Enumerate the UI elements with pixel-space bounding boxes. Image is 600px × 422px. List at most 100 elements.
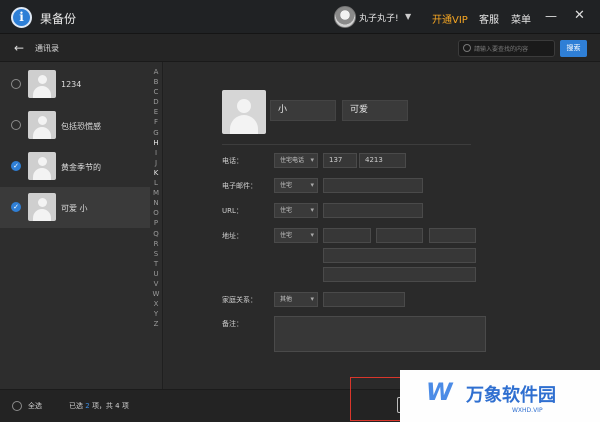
contact-item[interactable]: 1234 (0, 64, 150, 105)
alphabet-letter[interactable]: N (151, 198, 161, 208)
alphabet-letter[interactable]: S (151, 249, 161, 259)
selected-count: 2 (85, 402, 90, 410)
watermark: W 万象软件园 WXHD.VIP (400, 370, 600, 422)
contact-name: 黄金季节的 (61, 163, 101, 172)
contact-avatar (28, 193, 56, 221)
toolbar: ← 通讯录 搜索 (0, 34, 600, 62)
alphabet-letter[interactable]: B (151, 77, 161, 87)
search-input[interactable] (474, 43, 554, 55)
alphabet-letter[interactable]: F (151, 117, 161, 127)
address-street-field[interactable] (323, 228, 371, 243)
last-name-field[interactable]: 小 (270, 100, 336, 121)
alphabet-letter[interactable]: O (151, 208, 161, 218)
address-line3-field[interactable] (323, 267, 476, 282)
contact-radio[interactable] (11, 120, 21, 130)
address-type-select[interactable]: 住宅 ▾ (274, 228, 318, 243)
minimize-icon[interactable]: — (545, 9, 557, 23)
section-title: 通讯录 (35, 44, 59, 53)
url-field[interactable] (323, 203, 423, 218)
alphabet-letter[interactable]: U (151, 269, 161, 279)
select-all-radio[interactable] (12, 401, 22, 411)
email-field[interactable] (323, 178, 423, 193)
divider (222, 144, 471, 145)
alphabet-letter[interactable]: P (151, 218, 161, 228)
contact-name: 1234 (61, 80, 82, 89)
contact-checked-icon[interactable]: ✓ (11, 161, 21, 171)
chevron-down-icon: ▾ (310, 206, 314, 214)
vip-link[interactable]: 开通VIP (432, 11, 468, 26)
alphabet-letter[interactable]: G (151, 128, 161, 138)
contact-item-active[interactable]: ✓ 可爱 小 (0, 187, 150, 228)
selected-prefix: 已选 (69, 402, 83, 410)
address-city-field[interactable] (376, 228, 423, 243)
title-bar: i 果备份 丸子丸子! ▼ 开通VIP 客服 菜单 — ✕ (0, 0, 600, 34)
phone-label: 电话： (222, 157, 243, 165)
url-type-select[interactable]: 住宅 ▾ (274, 203, 318, 218)
contact-checked-icon[interactable]: ✓ (11, 202, 21, 212)
contact-radio[interactable] (11, 79, 21, 89)
contact-avatar (28, 70, 56, 98)
alphabet-letter[interactable]: C (151, 87, 161, 97)
url-label: URL： (222, 207, 243, 215)
watermark-title: 万象软件园 (466, 385, 556, 406)
contact-item[interactable]: 包括恐慌感 (0, 105, 150, 146)
email-label: 电子邮件： (222, 182, 257, 190)
alphabet-letter[interactable]: R (151, 239, 161, 249)
contact-avatar (28, 111, 56, 139)
contact-item[interactable]: ✓ 黄金季节的 (0, 146, 150, 187)
alphabet-letter[interactable]: W (151, 289, 161, 299)
phone-area-field[interactable]: 137 (323, 153, 357, 168)
alphabet-letter[interactable]: I (151, 148, 161, 158)
first-name-field[interactable]: 可爱 (342, 100, 408, 121)
alphabet-letter[interactable]: V (151, 279, 161, 289)
watermark-logo: W (423, 378, 455, 406)
alphabet-letter[interactable]: A (151, 67, 161, 77)
alphabet-letter[interactable]: Z (151, 319, 161, 329)
search-icon (463, 44, 471, 52)
selected-suffix: 项，共 4 项 (91, 402, 129, 410)
service-link[interactable]: 客服 (479, 11, 499, 26)
close-icon[interactable]: ✕ (574, 8, 585, 23)
phone-type-select[interactable]: 住宅电话 ▾ (274, 153, 318, 168)
alphabet-letter[interactable]: D (151, 97, 161, 107)
watermark-url: WXHD.VIP (512, 407, 543, 414)
select-all-label[interactable]: 全选 (28, 401, 42, 411)
search-box (458, 40, 555, 57)
menu-link[interactable]: 菜单 (511, 11, 531, 26)
email-type-select[interactable]: 住宅 ▾ (274, 178, 318, 193)
address-state-field[interactable] (429, 228, 476, 243)
address-label: 地址： (222, 232, 243, 240)
url-type-value: 住宅 (280, 207, 293, 214)
alphabet-letter[interactable]: Y (151, 309, 161, 319)
alphabet-letter[interactable]: H (151, 138, 161, 148)
alphabet-letter[interactable]: E (151, 107, 161, 117)
address-type-value: 住宅 (280, 232, 293, 239)
alphabet-letter[interactable]: T (151, 259, 161, 269)
phone-number-field[interactable]: 4213 (359, 153, 406, 168)
family-type-select[interactable]: 其他 ▾ (274, 292, 318, 307)
family-type-value: 其他 (280, 296, 293, 303)
chevron-down-icon: ▾ (310, 295, 314, 303)
notes-field[interactable] (274, 316, 486, 352)
alphabet-letter[interactable]: Q (151, 229, 161, 239)
user-dropdown-icon[interactable]: ▼ (405, 12, 411, 21)
alphabet-letter[interactable]: J (151, 158, 161, 168)
user-avatar[interactable] (334, 6, 356, 28)
app-title: 果备份 (40, 12, 77, 26)
chevron-down-icon: ▾ (310, 156, 314, 164)
phone-type-value: 住宅电话 (280, 157, 305, 164)
alphabet-letter[interactable]: K (151, 168, 161, 178)
alphabet-letter[interactable]: M (151, 188, 161, 198)
chevron-down-icon: ▾ (310, 181, 314, 189)
selection-summary: 已选 2 项，共 4 项 (69, 401, 129, 411)
username[interactable]: 丸子丸子! (359, 11, 399, 24)
family-field[interactable] (323, 292, 405, 307)
back-arrow-icon[interactable]: ← (14, 41, 24, 55)
app-logo-icon: i (11, 7, 32, 28)
alphabet-letter[interactable]: X (151, 299, 161, 309)
alphabet-letter[interactable]: L (151, 178, 161, 188)
alphabet-index: ABCDEFGHIJKLMNOPQRSTUVWXYZ (151, 67, 161, 329)
detail-avatar[interactable] (222, 90, 266, 134)
search-button[interactable]: 搜索 (560, 40, 587, 57)
address-line2-field[interactable] (323, 248, 476, 263)
